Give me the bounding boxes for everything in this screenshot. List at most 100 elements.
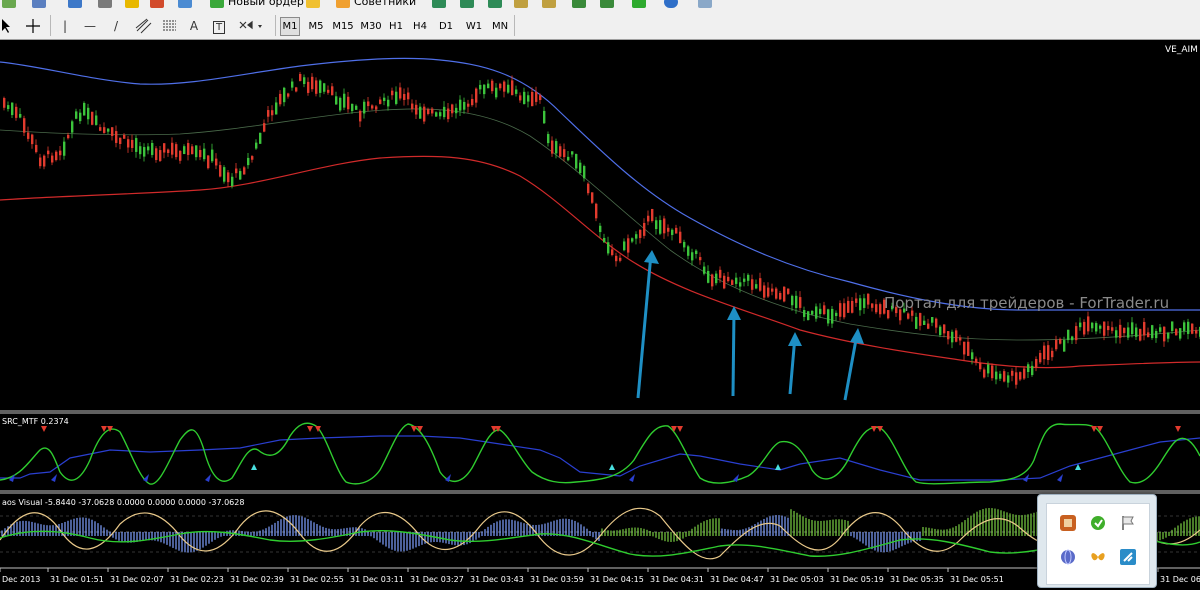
candle-body xyxy=(1187,321,1190,334)
candle-body xyxy=(131,139,134,148)
candle-body xyxy=(643,222,646,236)
time-axis-label: 31 Dec 05:51 xyxy=(950,575,1004,584)
time-axis-label: 31 Dec 02:39 xyxy=(230,575,284,584)
candle-body xyxy=(1043,345,1046,360)
market-watch-icon[interactable] xyxy=(150,0,164,8)
chart-shift-icon[interactable] xyxy=(600,0,614,8)
chart-canvas[interactable]: VE_AIM Портал для трейдеров - ForTrader.… xyxy=(0,40,1200,586)
candle-body xyxy=(671,229,674,235)
candle-body xyxy=(491,80,494,92)
butterfly-icon[interactable] xyxy=(1089,548,1107,566)
wireless-icon[interactable] xyxy=(1119,548,1137,566)
fibonacci-icon[interactable] xyxy=(160,17,180,35)
candle-body xyxy=(955,330,958,342)
candle-body xyxy=(1155,330,1158,339)
text-label-tool[interactable]: T xyxy=(210,17,228,35)
up-signal-arrow xyxy=(609,464,615,470)
advisors-button[interactable]: Советники xyxy=(354,0,416,8)
candle-body xyxy=(959,337,962,341)
candle-body xyxy=(399,87,402,99)
vertical-line-tool[interactable]: | xyxy=(58,17,72,35)
candle-body xyxy=(119,137,122,144)
time-axis-label: 31 Dec 03:27 xyxy=(410,575,464,584)
candle-body xyxy=(339,97,342,111)
candle-body xyxy=(759,278,762,291)
candle-body xyxy=(395,91,398,104)
new-order-button[interactable]: Новый ордер xyxy=(228,0,304,8)
tile-windows-icon[interactable] xyxy=(572,0,586,8)
candle-body xyxy=(1131,322,1134,335)
candle-body xyxy=(803,310,806,317)
profiles-icon[interactable] xyxy=(32,0,46,8)
flag-icon[interactable] xyxy=(1119,514,1137,532)
timeframe-w1[interactable]: W1 xyxy=(462,17,486,36)
trendline-tool[interactable]: / xyxy=(108,17,124,35)
line-chart-icon[interactable] xyxy=(488,0,502,8)
time-axis-label: 31 Dec 04:15 xyxy=(590,575,644,584)
candle-body xyxy=(651,208,654,222)
text-tool[interactable]: A xyxy=(186,17,202,35)
candle-body xyxy=(11,102,14,116)
candle-body xyxy=(879,304,882,315)
crosshair-icon[interactable] xyxy=(98,0,112,8)
candle-body xyxy=(927,323,930,329)
candle-body xyxy=(691,252,694,261)
candle-body xyxy=(787,288,790,294)
new-chart-icon[interactable] xyxy=(2,0,16,8)
navigator-icon[interactable] xyxy=(68,0,82,8)
data-window-icon[interactable] xyxy=(178,0,192,8)
timeframe-m30[interactable]: M30 xyxy=(358,17,384,36)
periods-icon[interactable] xyxy=(664,0,678,8)
cursor-icon[interactable] xyxy=(0,17,12,35)
zoom-in-icon[interactable] xyxy=(514,0,528,8)
globe-icon[interactable] xyxy=(1059,548,1077,566)
candles-icon[interactable] xyxy=(460,0,474,8)
indicators-icon[interactable] xyxy=(632,0,646,8)
candle-body xyxy=(711,274,714,287)
horizontal-line-tool[interactable]: — xyxy=(82,17,98,35)
candle-body xyxy=(687,246,690,256)
candle-body xyxy=(1071,336,1074,341)
candle-body xyxy=(203,148,206,160)
bar-chart-icon[interactable] xyxy=(432,0,446,8)
timeframe-m5[interactable]: M5 xyxy=(306,17,326,36)
templates-icon[interactable] xyxy=(698,0,712,8)
up-signal-arrow xyxy=(251,464,257,470)
timeframe-mn[interactable]: MN xyxy=(488,17,512,36)
candle-body xyxy=(111,127,114,136)
arrows-dropdown-icon[interactable] xyxy=(236,17,266,35)
candle-body xyxy=(7,105,10,110)
timeframe-h1[interactable]: H1 xyxy=(386,17,406,36)
candle-body xyxy=(1159,327,1162,332)
indicator-label: VE_AIM xyxy=(1165,45,1198,55)
candlestick-series xyxy=(3,72,1200,389)
chart-window[interactable]: VE_AIM Портал для трейдеров - ForTrader.… xyxy=(0,40,1200,586)
candle-body xyxy=(751,279,754,290)
zoom-out-icon[interactable] xyxy=(542,0,556,8)
antivirus-icon[interactable] xyxy=(1059,514,1077,532)
candle-body xyxy=(327,89,330,93)
candle-body xyxy=(1035,359,1038,368)
candle-body xyxy=(1011,370,1014,376)
time-axis-label: 31 Dec 05:35 xyxy=(890,575,944,584)
candle-body xyxy=(527,95,530,102)
equidistant-channel-icon[interactable] xyxy=(134,17,154,35)
candle-body xyxy=(1127,327,1130,338)
timeframe-m1[interactable]: M1 xyxy=(280,17,300,36)
panel2-green-line xyxy=(0,530,1200,557)
buy-signal-arrow xyxy=(629,474,635,482)
timeframe-m15[interactable]: M15 xyxy=(330,17,356,36)
evernote-icon[interactable] xyxy=(1089,514,1107,532)
candle-body xyxy=(1143,322,1146,336)
candle-body xyxy=(303,77,306,84)
crosshair-tool-icon[interactable] xyxy=(24,17,42,35)
timeframe-d1[interactable]: D1 xyxy=(436,17,456,36)
candle-body xyxy=(295,87,298,92)
candle-body xyxy=(143,147,146,157)
timeframe-h4[interactable]: H4 xyxy=(410,17,430,36)
candle-body xyxy=(59,150,62,156)
candle-body xyxy=(819,308,822,315)
candle-body xyxy=(719,269,722,278)
candle-body xyxy=(743,278,746,282)
star-icon[interactable] xyxy=(125,0,139,8)
